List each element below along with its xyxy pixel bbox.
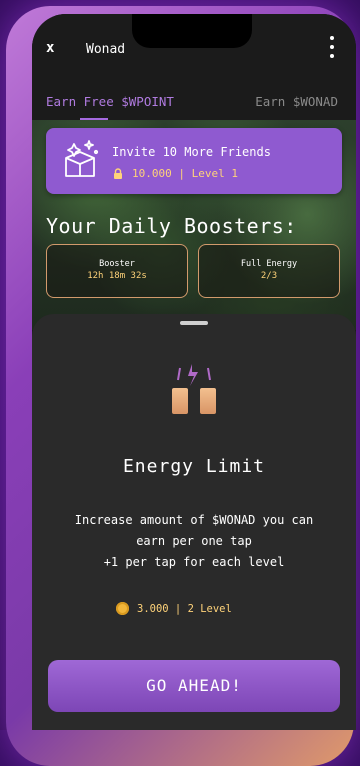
tab-earn-wonad[interactable]: Earn $WONAD [255,94,338,109]
invite-meta-text: 10.000 | Level 1 [132,167,238,180]
invite-meta: 10.000 | Level 1 [112,167,238,180]
description-line: +1 per tap for each level [103,555,285,569]
app-screen: x Wonad Earn Free $WPOINT Earn $WONAD In… [32,14,356,730]
daily-boosters-title: Your Daily Boosters: [46,214,297,238]
full-energy-name: Full Energy [240,259,298,269]
description-line: earn per one tap [136,534,252,548]
phone-notch [132,14,252,48]
booster-name: Booster [99,259,135,269]
booster-timer: 12h 18m 32s [87,271,147,281]
tab-bar: Earn Free $WPOINT Earn $WONAD [32,76,356,120]
invite-friends-card[interactable]: Invite 10 More Friends 10.000 | Level 1 [46,128,342,194]
description-line: Increase amount of $WONAD you can [74,513,314,527]
sheet-drag-handle[interactable] [180,321,208,325]
app-title: Wonad [86,42,126,57]
gift-box-icon [65,140,99,177]
full-energy-card[interactable]: Full Energy 2/3 [198,244,340,298]
energy-battery-icon [172,364,216,414]
close-button[interactable]: x [46,40,54,56]
tab-earn-free-wpoint[interactable]: Earn Free $WPOINT [46,94,174,109]
price-text: 3.000 | 2 Level [137,602,232,615]
booster-card[interactable]: Booster 12h 18m 32s [46,244,188,298]
invite-title: Invite 10 More Friends [112,145,271,159]
coin-icon [116,602,129,615]
upgrade-price: 3.000 | 2 Level [116,602,232,615]
full-energy-count: 2/3 [260,271,278,281]
sheet-title: Energy Limit [122,456,266,477]
go-ahead-button[interactable]: GO AHEAD! [48,660,340,712]
energy-limit-sheet: Energy Limit Increase amount of $WONAD y… [32,314,356,730]
more-options-icon[interactable] [330,36,334,63]
sheet-description: Increase amount of $WONAD you can earn p… [32,510,356,573]
lock-icon [114,167,122,179]
